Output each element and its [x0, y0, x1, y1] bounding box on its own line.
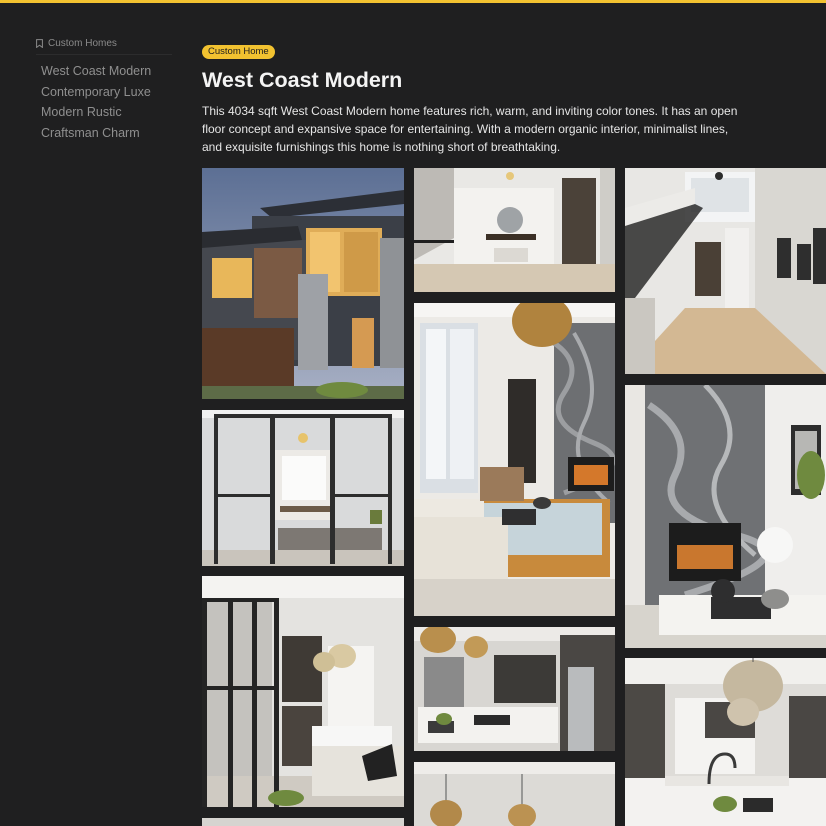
sidebar-list: West Coast Modern Contemporary Luxe Mode…: [36, 61, 172, 144]
gallery-photo-fireplace[interactable]: [625, 385, 826, 648]
sidebar-item-contemporary-luxe[interactable]: Contemporary Luxe: [41, 82, 172, 103]
gallery-photo-living-room[interactable]: [414, 303, 615, 616]
project-header: Custom Home West Coast Modern This 4034 …: [202, 41, 826, 157]
sidebar-heading-label: Custom Homes: [48, 38, 117, 49]
sidebar-item-west-coast-modern[interactable]: West Coast Modern: [41, 61, 172, 82]
fireplace-photo: [625, 385, 826, 648]
category-badge[interactable]: Custom Home: [202, 45, 275, 59]
gallery-photo-staircase[interactable]: [625, 168, 826, 374]
gallery-photo-kitchen-glass-door[interactable]: [202, 576, 404, 807]
project-description: This 4034 sqft West Coast Modern home fe…: [202, 104, 738, 155]
kitchen-pendants-photo: [625, 658, 826, 826]
staircase-photo: [625, 168, 826, 374]
sidebar-heading[interactable]: Custom Homes: [36, 38, 172, 55]
pendants-photo: [414, 762, 615, 826]
sidebar-item-modern-rustic[interactable]: Modern Rustic: [41, 102, 172, 123]
gallery-photo-partial-1[interactable]: [202, 818, 404, 826]
sidebar-item-craftsman-charm[interactable]: Craftsman Charm: [41, 123, 172, 144]
living-room-photo: [414, 303, 615, 616]
gallery-photo-kitchen-island[interactable]: [414, 627, 615, 751]
sidebar: Custom Homes West Coast Modern Contempor…: [36, 38, 172, 144]
office-photo: [202, 410, 404, 566]
gallery-photo-entry[interactable]: [414, 168, 615, 292]
gallery-photo-office-doors[interactable]: [202, 410, 404, 566]
partial-photo: [202, 818, 404, 826]
page-title: West Coast Modern: [202, 68, 403, 92]
kitchen-island-photo: [414, 627, 615, 751]
top-accent-bar: [0, 0, 826, 3]
gallery-photo-kitchen-pendants[interactable]: [625, 658, 826, 826]
exterior-photo: [202, 168, 404, 399]
bookmark-icon: [36, 39, 43, 48]
gallery-photo-pendants[interactable]: [414, 762, 615, 826]
entry-photo: [414, 168, 615, 292]
gallery-photo-exterior[interactable]: [202, 168, 404, 399]
kitchen-door-photo: [202, 576, 404, 807]
